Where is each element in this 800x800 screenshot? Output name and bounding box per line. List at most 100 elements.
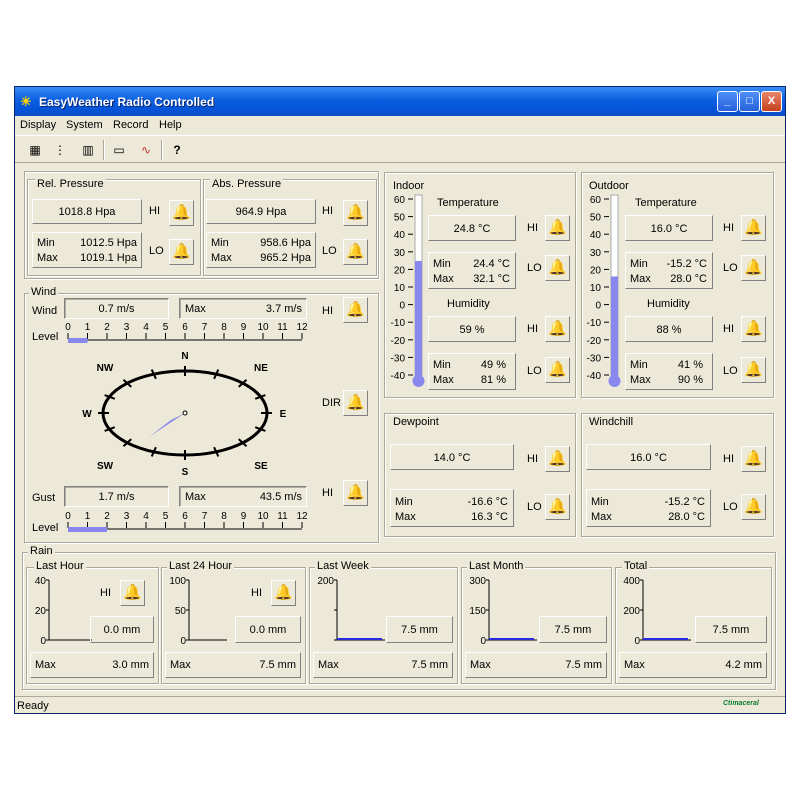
traffic-light-icon[interactable]: ⋮ [50,140,70,160]
graph-icon[interactable]: ∿ [136,140,156,160]
compass-label-s: S [182,467,189,478]
thermo-tick-label: 20 [590,265,602,276]
bell-icon[interactable]: 🔔 [545,215,570,241]
windchill-value: 16.0 °C [630,452,667,464]
max-label: Max [395,511,416,523]
minimize-button[interactable]: _ [717,91,738,112]
rain-month-label: Last Month [467,560,526,572]
thermo-tick-label: 10 [394,283,406,294]
scale-tick-label: 9 [241,322,247,333]
bell-icon[interactable]: 🔔 [169,200,194,226]
max-label: Max [630,273,651,285]
thermo-tick-label: 50 [394,213,406,224]
bell-icon[interactable]: 🔔 [545,255,570,281]
gust-level-scale: 0 1 2 3 4 5 6 7 8 9 10 11 12 [65,511,308,532]
rel-pressure-label: Rel. Pressure [35,178,106,190]
bell-icon[interactable]: 🔔 [343,390,368,416]
scale-tick-label: 3 [124,511,130,522]
bell-icon[interactable]: 🔔 [169,239,194,265]
thermo-tick-label: 40 [590,230,602,241]
thermo-fill [611,276,618,379]
scale-tick-label: 0 [65,322,71,333]
hi-label: HI [527,453,538,465]
rain-week-max: 7.5 mm [411,659,448,671]
thermo-tick-label: -40 [587,371,602,382]
wind-speed: 0.7 m/s [98,303,135,315]
rain-axis-label: 200 [623,606,640,617]
title-bar[interactable]: ☀ EasyWeather Radio Controlled _ □ X [15,87,785,116]
gust-label: Gust [32,492,56,504]
window-icon[interactable]: ▭ [109,140,129,160]
bell-icon[interactable]: 🔔 [741,446,766,472]
level-label: Level [32,331,59,343]
gust-max: 43.5 m/s [259,491,302,503]
indoor-temp: 24.8 °C [453,223,491,235]
thermo-tick-label: 50 [590,213,602,224]
rain-month-axis: 300 150 0 [469,576,537,647]
windchill-min: -15.2 °C [664,496,705,508]
thermo-tick-label: -10 [587,318,602,329]
rain-total-max: 4.2 mm [725,659,762,671]
abs-pressure-label: Abs. Pressure [210,178,284,190]
rain-day-label: Last 24 Hour [167,560,234,572]
display-icon[interactable]: ▦ [25,140,45,160]
indoor-temp-min: 24.4 °C [473,258,510,270]
thermo-tick-label: 0 [595,301,601,312]
window-title: EasyWeather Radio Controlled [39,95,215,109]
bell-icon[interactable]: 🔔 [271,580,296,606]
bell-icon[interactable]: 🔔 [741,357,766,383]
indoor-thermometer: 60 50 40 30 20 10 0 -10 -20 -30 -40 [391,194,425,387]
bell-icon[interactable]: 🔔 [545,494,570,520]
wind-direction-arrow [149,413,185,437]
menu-record[interactable]: Record [113,119,148,131]
menu-help[interactable]: Help [159,119,182,131]
thermo-tick-label: -40 [391,371,406,382]
maximize-button[interactable]: □ [739,91,760,112]
gust-speed: 1.7 m/s [98,491,135,503]
compass-center [182,410,188,416]
rain-hour-label: Last Hour [34,560,86,572]
help-icon[interactable]: ? [167,140,187,160]
rain-hour-max: 3.0 mm [112,659,149,671]
bell-icon[interactable]: 🔔 [545,316,570,342]
max-label: Max [470,659,491,671]
thermo-tick-label: 30 [394,248,406,259]
bell-icon[interactable]: 🔔 [343,297,368,323]
indoor-hum-min: 49 % [480,359,506,371]
compass-label-w: W [82,409,92,420]
bell-icon[interactable]: 🔔 [741,494,766,520]
indoor-humidity: 59 % [459,324,485,336]
dewpoint-max: 16.3 °C [471,511,508,523]
hi-label: HI [251,587,262,599]
bell-icon[interactable]: 🔔 [343,239,368,265]
bell-icon[interactable]: 🔔 [741,316,766,342]
rain-week-axis: 200 [317,576,385,641]
menu-display[interactable]: Display [20,119,56,131]
rain-total-axis: 400 200 0 [623,576,691,647]
bell-icon[interactable]: 🔔 [120,580,145,606]
temperature-label: Temperature [635,197,697,209]
thermo-tick-label: 20 [394,265,406,276]
bell-icon[interactable]: 🔔 [741,215,766,241]
bar-chart-icon[interactable]: ▥ [78,140,98,160]
bell-icon[interactable]: 🔔 [545,446,570,472]
rain-month-value: 7.5 mm [554,624,592,636]
close-button[interactable]: X [761,91,782,112]
menu-system[interactable]: System [66,119,103,131]
scale-tick-label: 1 [85,322,91,333]
outdoor-temp-min: -15.2 °C [666,258,707,270]
scale-tick-label: 9 [241,511,247,522]
hi-label: HI [723,222,734,234]
scale-tick-label: 4 [143,322,149,333]
bell-icon[interactable]: 🔔 [343,200,368,226]
indoor-hum-max: 81 % [480,374,506,386]
bell-icon[interactable]: 🔔 [545,357,570,383]
compass-label-sw: SW [97,461,114,472]
main-window: ☀ EasyWeather Radio Controlled _ □ X Dis… [14,86,786,714]
thermo-tick-label: 30 [590,248,602,259]
scale-tick-label: 10 [257,322,269,333]
bell-icon[interactable]: 🔔 [343,480,368,506]
scale-tick-label: 1 [85,511,91,522]
outdoor-humidity: 88 % [656,324,682,336]
bell-icon[interactable]: 🔔 [741,255,766,281]
